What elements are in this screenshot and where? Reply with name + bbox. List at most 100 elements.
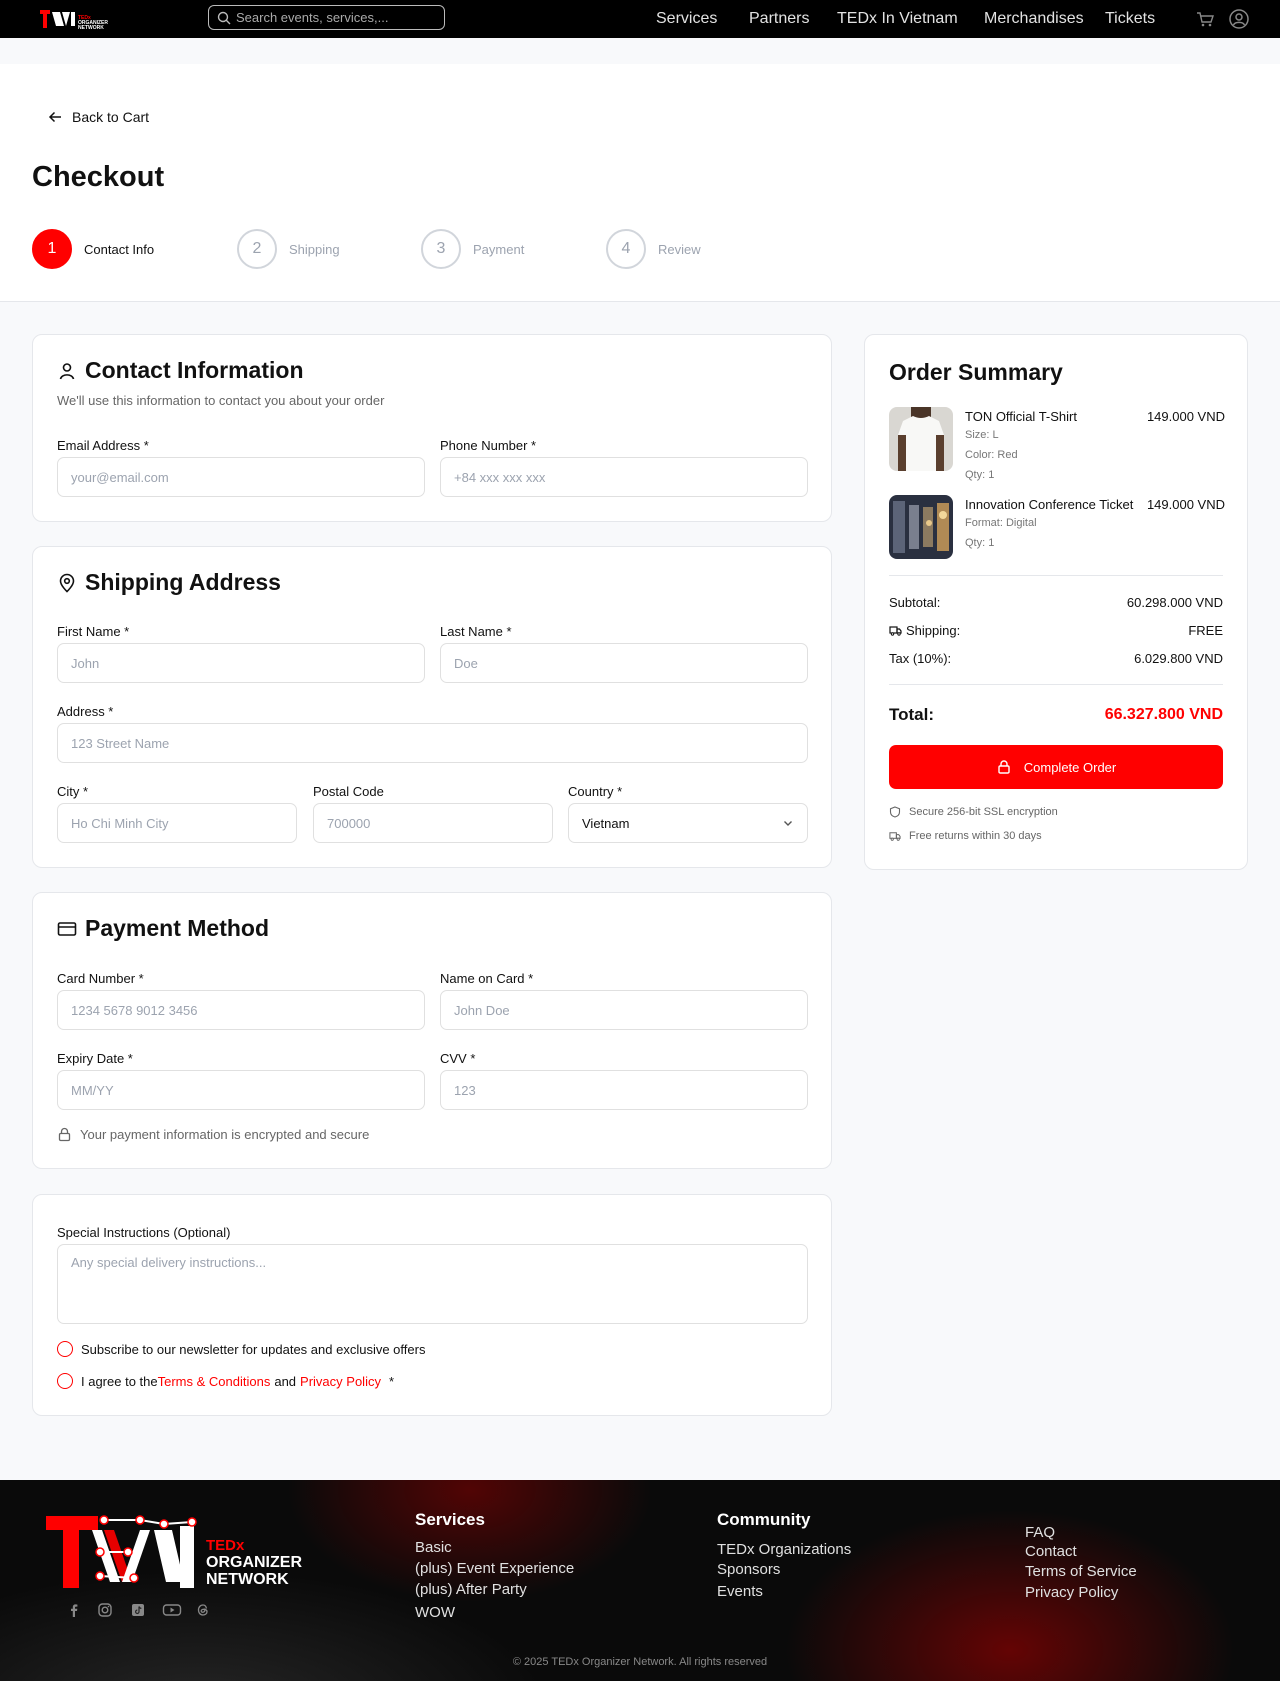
total-value: 66.327.800 VND bbox=[1104, 706, 1223, 723]
user-icon[interactable] bbox=[1228, 8, 1250, 30]
search-icon bbox=[217, 11, 231, 25]
card-number-field[interactable] bbox=[57, 990, 425, 1030]
last-name-field[interactable] bbox=[440, 643, 808, 683]
step-number: 1 bbox=[32, 229, 72, 269]
subtotal-row: Subtotal: 60.298.000 VND bbox=[889, 595, 1223, 610]
newsletter-label: Subscribe to our newsletter for updates … bbox=[81, 1341, 426, 1357]
threads-icon[interactable] bbox=[195, 1602, 211, 1618]
phone-field[interactable] bbox=[440, 457, 808, 497]
tax-label: Tax (10%): bbox=[889, 651, 952, 666]
country-select[interactable]: Vietnam bbox=[568, 803, 808, 843]
footer-link-events[interactable]: Events bbox=[717, 1583, 763, 1600]
returns-note: Free returns within 30 days bbox=[889, 830, 1042, 842]
footer-link-faq[interactable]: FAQ bbox=[1025, 1524, 1055, 1541]
complete-order-label: Complete Order bbox=[1023, 759, 1117, 775]
search-box[interactable] bbox=[208, 5, 445, 30]
page-title: Checkout bbox=[32, 161, 165, 193]
payment-title: Payment Method bbox=[85, 915, 270, 941]
privacy-link[interactable]: Privacy Policy bbox=[300, 1374, 381, 1389]
total-label: Total: bbox=[889, 705, 935, 724]
step-shipping[interactable]: 2 Shipping bbox=[237, 229, 340, 269]
returns-note-text: Free returns within 30 days bbox=[909, 830, 1042, 842]
logo-line1: TEDx bbox=[206, 1537, 245, 1554]
search-input[interactable] bbox=[236, 8, 441, 27]
footer-link-contact[interactable]: Contact bbox=[1025, 1543, 1077, 1560]
footer-link-after-party[interactable]: (plus) After Party bbox=[415, 1581, 527, 1598]
step-number: 4 bbox=[606, 229, 646, 269]
name-on-card-field[interactable] bbox=[440, 990, 808, 1030]
site-logo[interactable]: TEDx ORGANIZER NETWORK bbox=[40, 8, 116, 30]
cvv-field[interactable] bbox=[440, 1070, 808, 1110]
newsletter-checkbox-row: Subscribe to our newsletter for updates … bbox=[57, 1341, 425, 1357]
footer-link-terms[interactable]: Terms of Service bbox=[1025, 1563, 1137, 1580]
shipping-title: Shipping Address bbox=[85, 569, 281, 595]
footer-link-privacy[interactable]: Privacy Policy bbox=[1025, 1584, 1118, 1601]
item-price: 149.000 VND bbox=[1146, 497, 1225, 512]
newsletter-checkbox[interactable] bbox=[57, 1341, 73, 1357]
lock-icon bbox=[58, 1127, 71, 1142]
expiry-date-field[interactable] bbox=[57, 1070, 425, 1110]
step-label: Review bbox=[658, 241, 701, 257]
logo-line3: NETWORK bbox=[206, 1571, 289, 1588]
contact-information-card: Contact Information We'll use this infor… bbox=[32, 334, 832, 522]
footer-link-basic[interactable]: Basic bbox=[415, 1539, 452, 1556]
nav-link-services[interactable]: Services bbox=[656, 10, 717, 28]
address-label: Address * bbox=[57, 704, 114, 719]
shipping-label: Shipping: bbox=[906, 623, 961, 638]
ssl-note: Secure 256-bit SSL encryption bbox=[889, 806, 1058, 818]
country-value: Vietnam bbox=[582, 815, 630, 831]
item-name: Innovation Conference Ticket bbox=[965, 497, 1134, 512]
city-field[interactable] bbox=[57, 803, 297, 843]
footer-link-sponsors[interactable]: Sponsors bbox=[717, 1561, 780, 1578]
nav-link-tedx-in-vietnam[interactable]: TEDx In Vietnam bbox=[837, 10, 958, 28]
cart-icon[interactable] bbox=[1194, 8, 1216, 30]
step-review[interactable]: 4 Review bbox=[606, 229, 701, 269]
step-payment[interactable]: 3 Payment bbox=[421, 229, 524, 269]
chevron-down-icon bbox=[784, 821, 792, 826]
terms-checkbox[interactable] bbox=[57, 1373, 73, 1389]
footer-link-wow[interactable]: WOW bbox=[415, 1604, 455, 1621]
item-price: 149.000 VND bbox=[1146, 409, 1225, 424]
payment-secure-note: Your payment information is encrypted an… bbox=[57, 1127, 369, 1142]
instructions-label: Special Instructions (Optional) bbox=[57, 1225, 231, 1240]
truck-icon bbox=[889, 832, 901, 841]
item-qty: Qty: 1 bbox=[965, 537, 995, 549]
nav-link-merchandises[interactable]: Merchandises bbox=[984, 10, 1084, 28]
step-label: Shipping bbox=[289, 241, 340, 257]
email-field[interactable] bbox=[57, 457, 425, 497]
back-to-cart-link[interactable]: Back to Cart bbox=[48, 108, 149, 126]
secure-note-text: Your payment information is encrypted an… bbox=[80, 1127, 370, 1142]
postal-code-field[interactable] bbox=[313, 803, 553, 843]
nav-link-partners[interactable]: Partners bbox=[749, 10, 809, 28]
instagram-icon[interactable] bbox=[97, 1602, 113, 1618]
shipping-label-group: Shipping: bbox=[889, 623, 960, 638]
nav-link-tickets[interactable]: Tickets bbox=[1105, 10, 1155, 28]
terms-checkbox-row: I agree to the Terms & Conditions and Pr… bbox=[57, 1373, 394, 1389]
order-summary-card: Order Summary TON Official T-Shirt 149.0… bbox=[864, 334, 1248, 870]
phone-label: Phone Number * bbox=[440, 438, 537, 453]
footer-logo[interactable]: TEDx ORGANIZER NETWORK bbox=[44, 1512, 326, 1594]
total-row: Total: 66.327.800 VND bbox=[889, 705, 1223, 725]
item-name: TON Official T-Shirt bbox=[965, 409, 1077, 424]
footer-link-tedx-organizations[interactable]: TEDx Organizations bbox=[717, 1541, 851, 1558]
footer-link-event-experience[interactable]: (plus) Event Experience bbox=[415, 1560, 574, 1577]
city-label: City * bbox=[57, 784, 89, 799]
section-title: Shipping Address bbox=[57, 569, 281, 596]
tshirt-image bbox=[889, 407, 953, 471]
first-name-field[interactable] bbox=[57, 643, 425, 683]
terms-link[interactable]: Terms & Conditions bbox=[158, 1374, 271, 1389]
divider bbox=[889, 575, 1223, 576]
item-color: Color: Red bbox=[965, 449, 1018, 461]
step-contact-info[interactable]: 1 Contact Info bbox=[32, 229, 154, 269]
facebook-icon[interactable] bbox=[66, 1602, 82, 1618]
section-subtitle: We'll use this information to contact yo… bbox=[57, 393, 385, 408]
item-size: Size: L bbox=[965, 429, 999, 441]
tiktok-icon[interactable] bbox=[130, 1602, 146, 1618]
youtube-icon[interactable] bbox=[162, 1602, 182, 1618]
step-label: Payment bbox=[473, 241, 525, 257]
instructions-textarea[interactable] bbox=[57, 1244, 808, 1324]
lock-icon bbox=[998, 760, 1010, 774]
address-field[interactable] bbox=[57, 723, 808, 763]
complete-order-button[interactable]: Complete Order bbox=[889, 745, 1223, 789]
subtotal-label: Subtotal: bbox=[889, 595, 941, 610]
